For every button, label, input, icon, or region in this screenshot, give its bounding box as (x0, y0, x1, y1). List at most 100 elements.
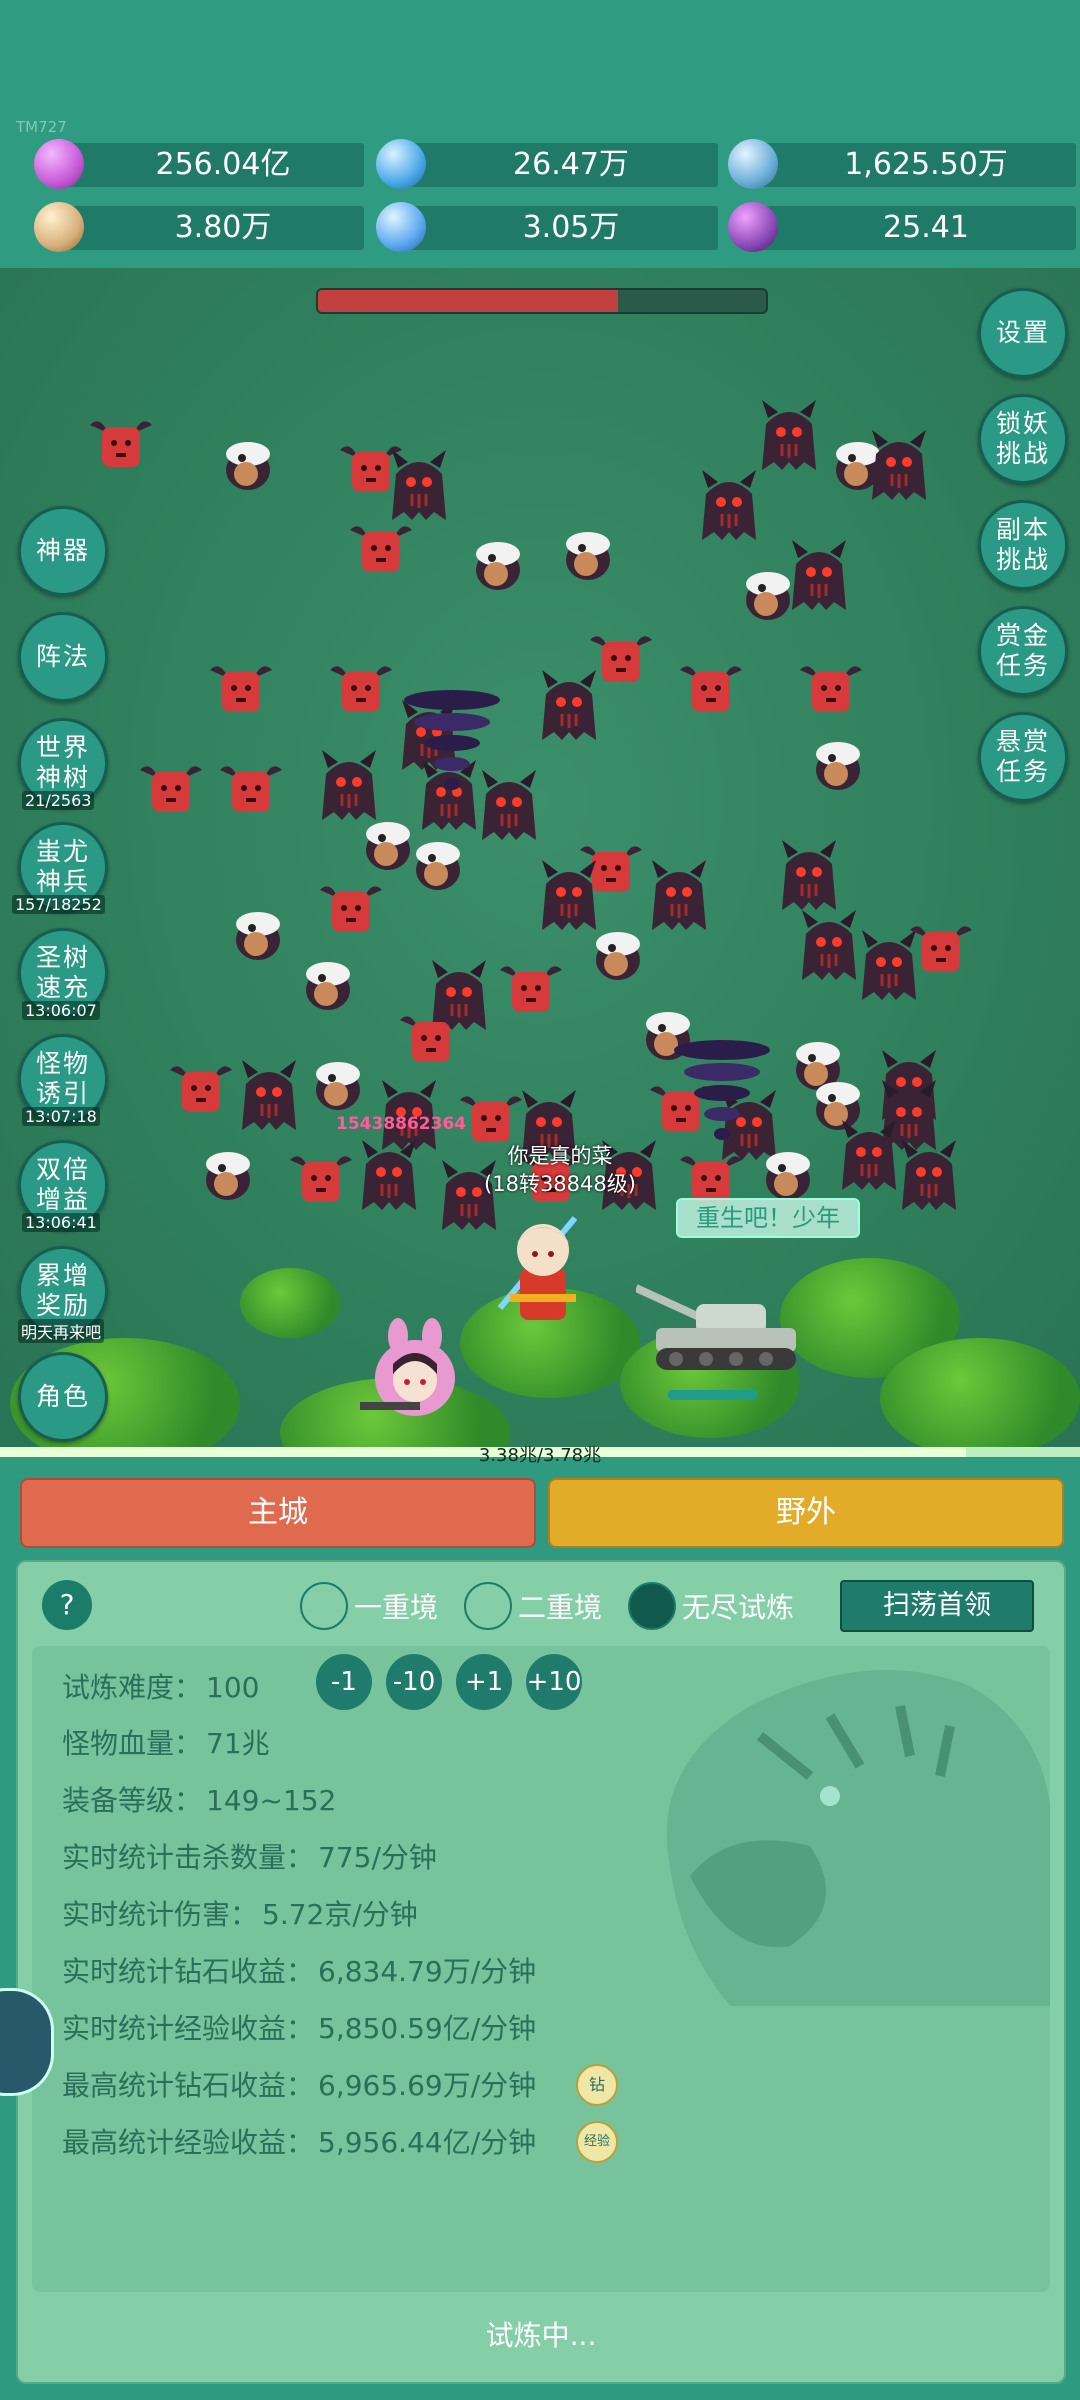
mode-label: 二重境 (518, 1591, 603, 1624)
devil-monster (700, 470, 758, 542)
stat-damage-per-minute: 实时统计伤害： 5.72京/分钟 (62, 1893, 418, 1933)
wanted-task-button[interactable]: 悬赏 任务 (978, 712, 1068, 802)
bird-monster (760, 1150, 816, 1202)
stat-exp-income: 实时统计经验收益： 5,850.59亿/分钟 (62, 2007, 536, 2047)
devil-monster (650, 860, 708, 932)
trial-panel: ? 一重境 二重境 无尽试炼 扫荡首领 试炼难度： 100 -1 -10 +1 … (16, 1560, 1066, 2384)
mode-radio-2[interactable]: 二重境 (464, 1582, 602, 1630)
resource-value: 3.05万 (522, 210, 620, 245)
stat-label: 实时统计钻石收益： (62, 1955, 315, 1988)
damage-number: 15438862364 (336, 1114, 467, 1134)
resource-experience[interactable]: 1,625.50万 (728, 139, 1076, 189)
diamond-icon (34, 139, 84, 189)
stat-value: 149~152 (206, 1784, 337, 1817)
dungeon-challenge-button[interactable]: 副本 挑战 (978, 500, 1068, 590)
exp-badge-icon[interactable]: 经验 (576, 2121, 618, 2163)
red-cube-monster (500, 960, 562, 1016)
main-city-tab[interactable]: 主城 (20, 1478, 536, 1548)
player-level: (18转38848级) (484, 1172, 636, 1196)
resource-value: 26.47万 (513, 147, 629, 182)
stat-value: 6,965.69万/分钟 (318, 2069, 537, 2102)
bird-monster (220, 440, 276, 492)
chiyou-progress: 157/18252 (12, 895, 105, 914)
formation-button[interactable]: 阵法 (18, 612, 108, 702)
sweep-boss-button[interactable]: 扫荡首领 (840, 1580, 1034, 1632)
radio-dot (300, 1582, 348, 1630)
bird-monster (310, 1060, 366, 1112)
bird-monster (470, 540, 526, 592)
trial-status-text: 试炼中... (485, 2319, 597, 2352)
red-cube-monster (220, 760, 282, 816)
player-name-label: 你是真的菜 (18转38848级) (460, 1142, 660, 1198)
red-cube-monster (290, 1150, 352, 1206)
difficulty-plus-1-button[interactable]: +1 (456, 1654, 512, 1710)
scroll-icon (34, 202, 84, 252)
resource-pouch[interactable]: 25.41 (728, 202, 1076, 252)
stat-value: 6,834.79万/分钟 (318, 1955, 537, 1988)
devil-monster (760, 400, 818, 472)
resource-diamond[interactable]: 256.04亿 (34, 139, 364, 189)
stat-value: 775/分钟 (318, 1841, 437, 1874)
player-id-text: TM727 (16, 118, 67, 136)
mode-label: 无尽试炼 (682, 1591, 795, 1624)
battlefield[interactable] (0, 268, 1080, 1453)
red-cube-monster (460, 1090, 522, 1146)
stage-progress-text: 3.38兆/3.78兆 (478, 1445, 602, 1466)
speech-bubble: 重生吧！少年 (676, 1198, 860, 1238)
bush (880, 1338, 1080, 1453)
mode-label: 一重境 (354, 1591, 439, 1624)
red-cube-monster (90, 415, 152, 471)
devil-monster (870, 430, 928, 502)
resource-blue-gem[interactable]: 26.47万 (376, 139, 718, 189)
gold-bounty-button[interactable]: 赏金 任务 (978, 606, 1068, 696)
devil-monster (840, 1120, 898, 1192)
bush (240, 1268, 340, 1338)
difficulty-minus-1-button[interactable]: -1 (316, 1654, 372, 1710)
tiger-illustration (666, 1670, 1050, 2006)
bird-monster (230, 910, 286, 962)
difficulty-plus-10-button[interactable]: +10 (526, 1654, 582, 1710)
dark-vortex-effect (404, 690, 500, 790)
devil-monster (390, 450, 448, 522)
monster-lure-timer: 13:07:18 (22, 1107, 100, 1126)
stat-value: 5.72京/分钟 (262, 1898, 418, 1931)
red-cube-monster (320, 880, 382, 936)
red-cube-monster (140, 760, 202, 816)
resource-value: 3.80万 (174, 210, 272, 245)
mode-radio-1[interactable]: 一重境 (300, 1582, 438, 1630)
resource-value: 1,625.50万 (844, 147, 1008, 182)
resource-scroll[interactable]: 3.80万 (34, 202, 364, 252)
resource-crystal[interactable]: 3.05万 (376, 202, 718, 252)
character-button[interactable]: 角色 (18, 1352, 108, 1442)
stat-label: 最高统计钻石收益： (62, 2069, 315, 2102)
mode-radio-endless[interactable]: 无尽试炼 (628, 1582, 794, 1630)
red-cube-monster (910, 920, 972, 976)
bird-monster (360, 820, 416, 872)
game-screen: TM727 256.04亿 26.47万 1,625.50万 3.80万 3.0… (0, 0, 1080, 2400)
stat-diamond-income: 实时统计钻石收益： 6,834.79万/分钟 (62, 1950, 536, 1990)
resource-bar: TM727 256.04亿 26.47万 1,625.50万 3.80万 3.0… (0, 0, 1080, 268)
settings-button[interactable]: 设置 (978, 288, 1068, 378)
tank-hp-bar (668, 1390, 758, 1400)
bird-monster (590, 930, 646, 982)
purple-pouch-icon (728, 202, 778, 252)
red-cube-monster (170, 1060, 232, 1116)
double-boost-timer: 13:06:41 (22, 1213, 100, 1232)
stat-kills-per-minute: 实时统计击杀数量： 775/分钟 (62, 1836, 437, 1876)
stat-label: 最高统计经验收益： (62, 2126, 315, 2159)
stat-label: 实时统计经验收益： (62, 2012, 315, 2045)
stat-label: 装备等级： (62, 1784, 203, 1817)
difficulty-minus-10-button[interactable]: -10 (386, 1654, 442, 1710)
dark-vortex-effect (674, 1040, 770, 1140)
diamond-badge-icon[interactable]: 钻 (576, 2064, 618, 2106)
companion-girl-sprite (360, 1318, 455, 1416)
stat-label: 实时统计伤害： (62, 1898, 259, 1931)
player-hero-sprite[interactable] (480, 1198, 600, 1338)
demon-lock-challenge-button[interactable]: 锁妖 挑战 (978, 394, 1068, 484)
radio-dot-selected (628, 1582, 676, 1630)
wild-tab[interactable]: 野外 (548, 1478, 1064, 1548)
holy-tree-timer: 13:06:07 (22, 1001, 100, 1020)
artifact-button[interactable]: 神器 (18, 506, 108, 596)
devil-monster (900, 1140, 958, 1212)
help-button[interactable]: ? (42, 1580, 92, 1630)
